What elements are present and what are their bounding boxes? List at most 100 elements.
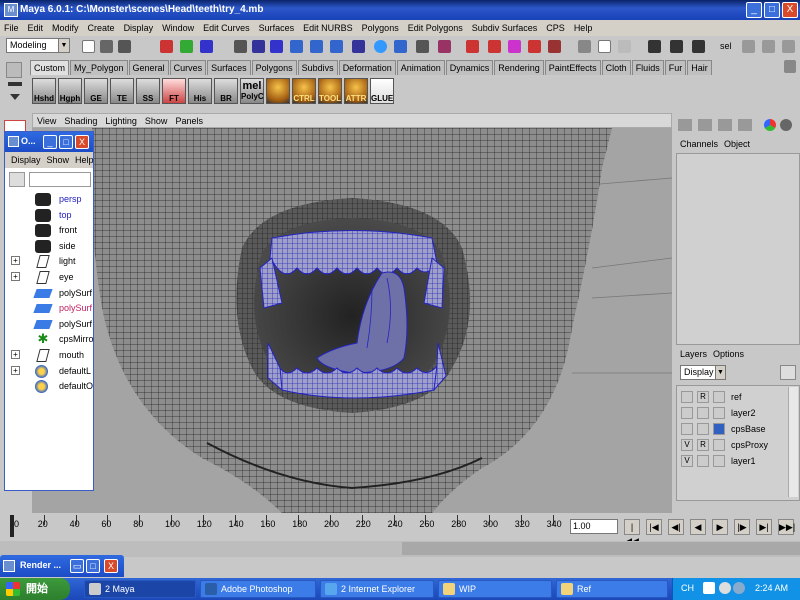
- outliner-item[interactable]: + mouth: [5, 348, 93, 363]
- shelf-button-attr[interactable]: ATTR: [344, 78, 368, 104]
- outliner-item[interactable]: polySurf: [5, 286, 93, 301]
- layer-color-swatch[interactable]: [713, 455, 725, 467]
- layer-color-swatch[interactable]: [713, 391, 725, 403]
- task-maya[interactable]: 2 Maya: [84, 580, 196, 598]
- viewport-menu-shading[interactable]: Shading: [64, 116, 97, 126]
- channel-box-toggle-icon[interactable]: [742, 40, 755, 53]
- trash-icon[interactable]: [784, 60, 796, 73]
- panel-toggle-icon[interactable]: [782, 40, 795, 53]
- render-window-minimized[interactable]: Render ... ▭ □ X: [0, 555, 124, 577]
- render-settings-icon[interactable]: [438, 40, 451, 53]
- menu-surfaces[interactable]: Surfaces: [259, 23, 295, 33]
- layer-color-swatch[interactable]: [713, 407, 725, 419]
- layer-color-swatch[interactable]: [713, 439, 725, 451]
- shelf-button-hshd[interactable]: Hshd: [32, 78, 56, 104]
- render-view-icon[interactable]: [692, 40, 705, 53]
- ipr-render-icon[interactable]: [416, 40, 429, 53]
- outliner-close-button[interactable]: X: [75, 135, 89, 149]
- outliner-item[interactable]: + eye: [5, 270, 93, 285]
- shelf-menu-icon[interactable]: [8, 82, 22, 86]
- perspective-viewport[interactable]: [32, 128, 672, 513]
- shelf-button-ge[interactable]: GE: [84, 78, 108, 104]
- layers-menu[interactable]: Layers: [680, 349, 707, 363]
- outliner-item[interactable]: ✱ cpsMirro: [5, 332, 94, 347]
- input-line-icon[interactable]: [578, 40, 591, 53]
- outliner-filter-input[interactable]: [29, 172, 91, 187]
- viewport-menu-show[interactable]: Show: [145, 116, 168, 126]
- lasso-icon[interactable]: [528, 40, 541, 53]
- outliner-item[interactable]: defaultO: [5, 379, 93, 394]
- menu-edit-curves[interactable]: Edit Curves: [203, 23, 250, 33]
- tab-animation[interactable]: Animation: [396, 60, 445, 75]
- shelf-button-tool[interactable]: TOOL: [318, 78, 342, 104]
- menu-modify[interactable]: Modify: [52, 23, 79, 33]
- shelf-button-orb[interactable]: [266, 78, 290, 104]
- playback-button[interactable]: ▶: [712, 519, 728, 535]
- channel-layer-icon[interactable]: [738, 119, 752, 131]
- attribute-icon[interactable]: [698, 119, 712, 131]
- select-hierarchy-icon[interactable]: [160, 40, 173, 53]
- volume-icon[interactable]: [733, 582, 745, 594]
- layer-display-type-toggle[interactable]: R: [697, 391, 709, 403]
- open-scene-icon[interactable]: [100, 40, 113, 53]
- layer-display-type-toggle[interactable]: [697, 455, 709, 467]
- playback-button[interactable]: ◀|: [668, 519, 684, 535]
- task-internet-explorer[interactable]: 2 Internet Explorer: [320, 580, 434, 598]
- outliner-menu-help[interactable]: Help: [75, 155, 94, 165]
- close-button[interactable]: X: [782, 2, 798, 18]
- outliner-item[interactable]: top: [5, 208, 93, 223]
- viewport-menu-view[interactable]: View: [37, 116, 56, 126]
- layout-toggle-icon[interactable]: [762, 40, 775, 53]
- menu-subdiv-surfaces[interactable]: Subdiv Surfaces: [472, 23, 538, 33]
- maximize-button[interactable]: □: [764, 2, 780, 18]
- playback-button[interactable]: |◀: [646, 519, 662, 535]
- shelf-options-icon[interactable]: [6, 62, 22, 78]
- hypershade-icon[interactable]: [466, 40, 479, 53]
- layer-visibility-toggle[interactable]: V: [681, 439, 693, 451]
- render-restore-button[interactable]: ▭: [70, 559, 84, 573]
- playback-button[interactable]: ◀: [690, 519, 706, 535]
- scissors-icon[interactable]: [508, 40, 521, 53]
- tab-surfaces[interactable]: Surfaces: [207, 60, 251, 75]
- layer-row[interactable]: V RcpsProxy: [681, 438, 797, 453]
- expand-icon[interactable]: +: [11, 272, 20, 281]
- layer-display-type-toggle[interactable]: R: [697, 439, 709, 451]
- tab-general[interactable]: General: [128, 60, 169, 75]
- layer-visibility-toggle[interactable]: V: [681, 455, 693, 467]
- snap-surface-icon[interactable]: [310, 40, 323, 53]
- construction-history-icon[interactable]: [352, 40, 365, 53]
- outliner-item[interactable]: + defaultL: [5, 364, 93, 379]
- snap-view-icon[interactable]: [290, 40, 303, 53]
- tab-subdivs[interactable]: Subdivs: [297, 60, 338, 75]
- playback-button[interactable]: ▶▶|: [778, 519, 795, 535]
- tab-hair[interactable]: Hair: [687, 60, 712, 75]
- layer-display-type-toggle[interactable]: [697, 423, 709, 435]
- sphere-icon[interactable]: [780, 119, 792, 131]
- render-maximize-button[interactable]: □: [86, 559, 100, 573]
- object-menu[interactable]: Object: [724, 139, 750, 153]
- tab-my-polygon[interactable]: My_Polygon: [70, 60, 128, 75]
- snap-curve-icon[interactable]: [252, 40, 265, 53]
- render-icon[interactable]: [374, 40, 387, 53]
- shelf-button-br[interactable]: BR: [214, 78, 238, 104]
- tab-custom[interactable]: Custom: [30, 60, 70, 75]
- tab-dynamics[interactable]: Dynamics: [445, 60, 494, 75]
- task-wip[interactable]: WIP: [438, 580, 552, 598]
- menu-help[interactable]: Help: [574, 23, 593, 33]
- history-icon[interactable]: [330, 40, 343, 53]
- tab-curves[interactable]: Curves: [169, 60, 207, 75]
- snap-grid-icon[interactable]: [234, 40, 247, 53]
- outliner-minimize-button[interactable]: _: [43, 135, 57, 149]
- layer-editor-icon[interactable]: [718, 119, 732, 131]
- layer-type-dropdown[interactable]: Display ▼: [680, 365, 726, 380]
- viewport-menu-panels[interactable]: Panels: [175, 116, 203, 126]
- layer-color-swatch[interactable]: [713, 423, 725, 435]
- layer-row[interactable]: layer2: [681, 406, 797, 421]
- layer-row[interactable]: cpsBase: [681, 422, 797, 437]
- outliner-item[interactable]: side: [5, 239, 93, 254]
- outliner-item[interactable]: front: [5, 223, 93, 238]
- menu-cps[interactable]: CPS: [546, 23, 565, 33]
- expand-icon[interactable]: +: [11, 365, 20, 375]
- menu-edit-nurbs[interactable]: Edit NURBS: [303, 23, 353, 33]
- shelf-button-ss[interactable]: SS: [136, 78, 160, 104]
